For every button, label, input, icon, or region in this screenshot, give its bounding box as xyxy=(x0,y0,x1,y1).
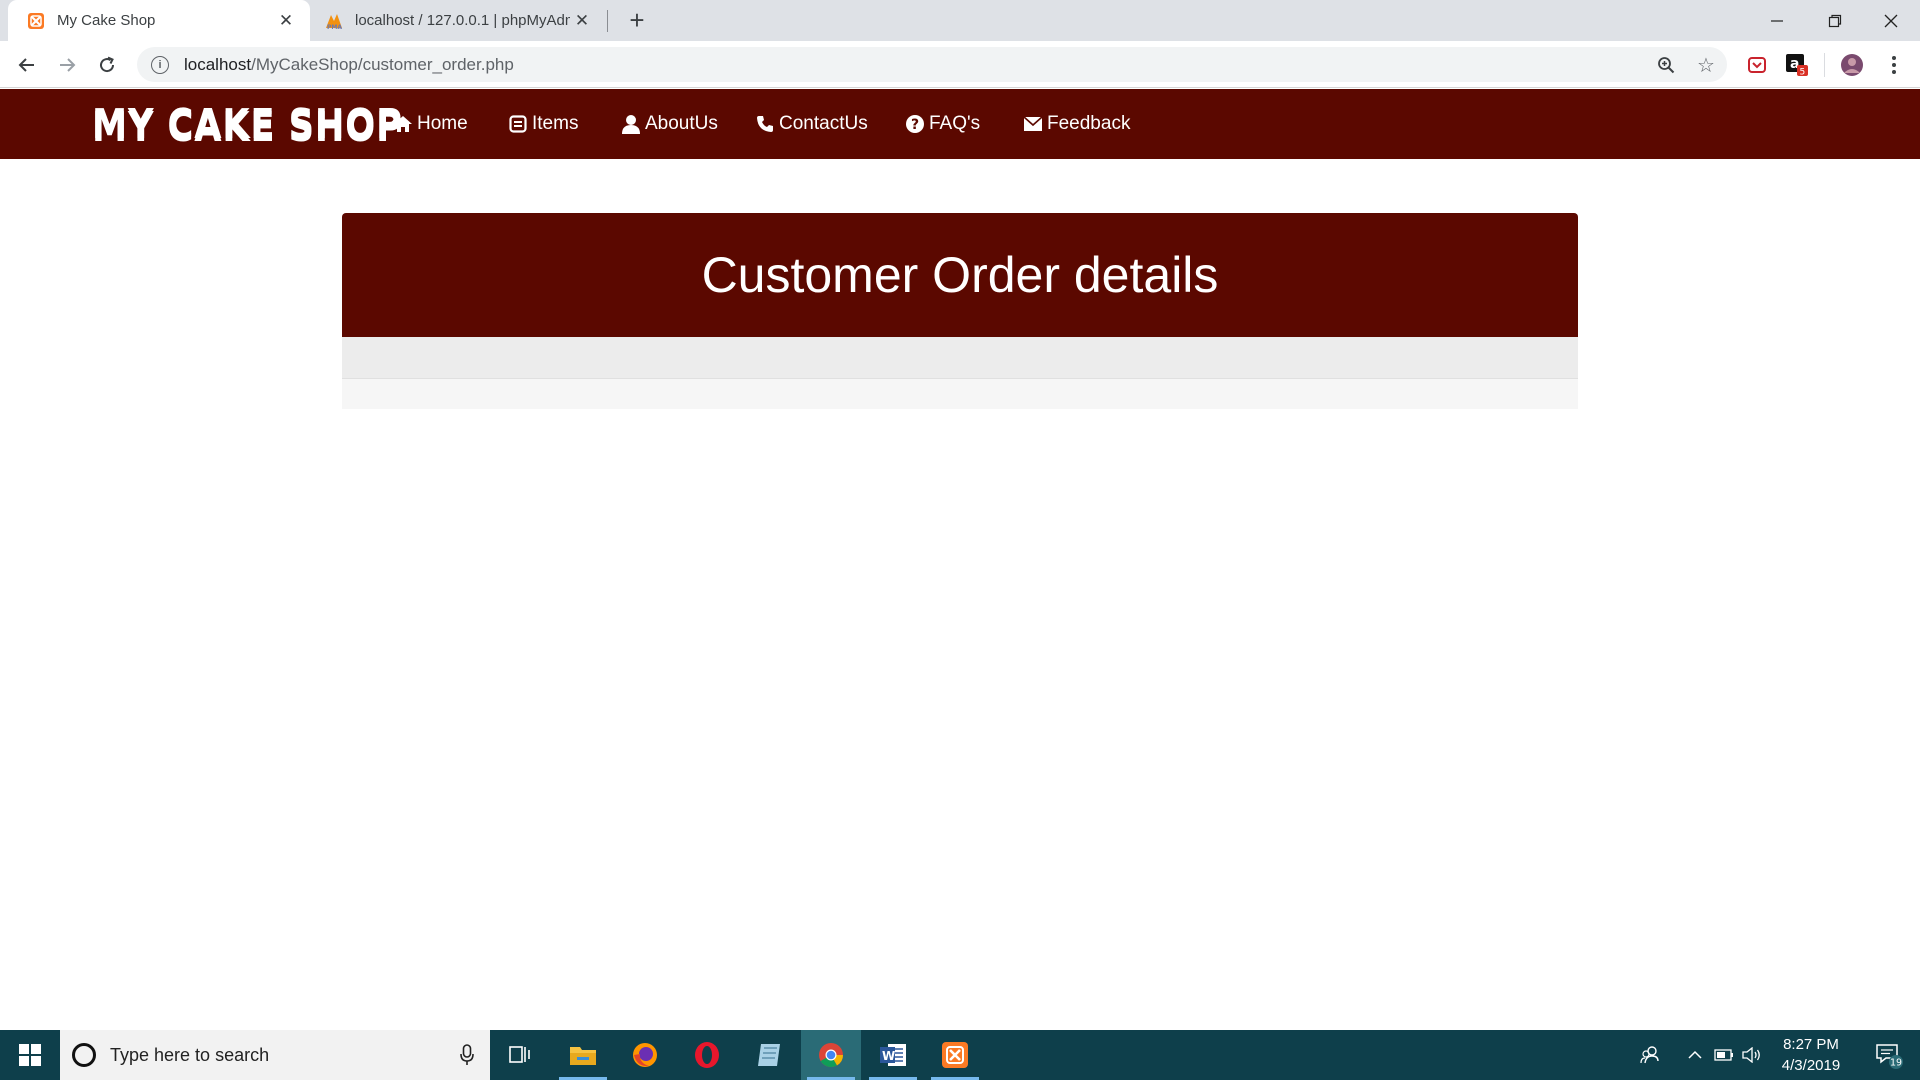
bookmark-star-icon[interactable]: ☆ xyxy=(1695,54,1717,77)
site-navbar: MY CAKE SHOP Home Items AboutUs ContactU… xyxy=(0,89,1920,159)
opera-icon[interactable] xyxy=(677,1030,737,1080)
phone-icon xyxy=(754,113,776,135)
people-icon[interactable] xyxy=(1630,1030,1670,1080)
nav-items-label: Items xyxy=(532,113,579,134)
tab-title: localhost / 127.0.0.1 | phpMyAdmin xyxy=(355,12,570,29)
xampp-icon[interactable] xyxy=(925,1030,985,1080)
nav-home[interactable]: Home xyxy=(392,111,468,137)
address-bar[interactable]: i localhost/MyCakeShop/customer_order.ph… xyxy=(137,47,1727,82)
clock-time: 8:27 PM xyxy=(1783,1036,1839,1053)
customer-order-panel: Customer Order details xyxy=(342,213,1578,409)
browser-menu-icon[interactable] xyxy=(1882,53,1906,77)
order-table-body xyxy=(342,379,1578,409)
svg-text:W: W xyxy=(882,1049,895,1063)
task-view-icon[interactable] xyxy=(490,1030,550,1080)
toolbar-divider xyxy=(1824,53,1825,77)
microphone-icon[interactable] xyxy=(452,1044,482,1066)
browser-tab-strip: My Cake Shop ✕ PMA localhost / 127.0.0.1… xyxy=(0,0,1920,41)
question-circle-icon: ? xyxy=(904,113,926,135)
clock-date: 4/3/2019 xyxy=(1781,1057,1841,1074)
tab-separator xyxy=(607,10,608,32)
phpmyadmin-favicon-icon: PMA xyxy=(324,11,344,31)
restore-button[interactable] xyxy=(1806,0,1864,41)
file-explorer-icon[interactable] xyxy=(553,1030,613,1080)
action-center-icon[interactable]: 19 xyxy=(1864,1030,1914,1080)
back-button[interactable] xyxy=(12,50,42,80)
windows-taskbar: Type here to search W 8:27 PM 4/3/2019 1… xyxy=(0,1030,1920,1080)
taskbar-search[interactable]: Type here to search xyxy=(60,1030,490,1080)
battery-icon[interactable] xyxy=(1710,1030,1738,1080)
profile-avatar[interactable] xyxy=(1840,53,1864,77)
order-table-header-row xyxy=(342,337,1578,379)
browser-toolbar: i localhost/MyCakeShop/customer_order.ph… xyxy=(0,41,1920,88)
nav-contactus-label: ContactUs xyxy=(779,113,868,134)
forward-button[interactable] xyxy=(52,50,82,80)
pocket-extension-icon[interactable] xyxy=(1745,53,1769,77)
nav-items[interactable]: Items xyxy=(507,111,578,137)
tab-phpmyadmin[interactable]: PMA localhost / 127.0.0.1 | phpMyAdmin ✕ xyxy=(312,0,606,41)
zoom-icon[interactable] xyxy=(1655,54,1677,76)
close-window-button[interactable] xyxy=(1862,0,1920,41)
nav-faqs[interactable]: ? FAQ's xyxy=(904,111,980,137)
tab-my-cake-shop[interactable]: My Cake Shop ✕ xyxy=(8,0,310,41)
svg-text:PMA: PMA xyxy=(327,24,342,30)
minimize-button[interactable] xyxy=(1748,0,1806,41)
firefox-icon[interactable] xyxy=(615,1030,675,1080)
nav-feedback[interactable]: Feedback xyxy=(1022,111,1130,137)
nav-aboutus[interactable]: AboutUs xyxy=(620,111,718,137)
nav-aboutus-label: AboutUs xyxy=(645,113,718,134)
close-tab-icon[interactable]: ✕ xyxy=(274,9,298,33)
new-tab-button[interactable]: + xyxy=(624,5,650,35)
show-hidden-icons-chevron-up-icon[interactable] xyxy=(1680,1030,1710,1080)
amazon-extension-icon[interactable]: a5 xyxy=(1785,53,1809,77)
tab-title: My Cake Shop xyxy=(57,12,156,29)
system-clock[interactable]: 8:27 PM 4/3/2019 xyxy=(1766,1034,1856,1076)
extension-badge: 5 xyxy=(1800,68,1806,78)
svg-text:?: ? xyxy=(911,117,919,133)
nav-faqs-label: FAQ's xyxy=(929,113,981,134)
xampp-favicon-icon xyxy=(26,11,46,31)
url-host: localhost xyxy=(184,54,252,74)
nav-feedback-label: Feedback xyxy=(1047,113,1131,134)
panel-header: Customer Order details xyxy=(342,213,1578,337)
cortana-icon xyxy=(72,1043,96,1067)
site-info-icon[interactable]: i xyxy=(151,55,169,74)
reload-button[interactable] xyxy=(92,50,122,80)
list-icon xyxy=(507,113,529,135)
start-button[interactable] xyxy=(0,1030,60,1080)
volume-icon[interactable] xyxy=(1738,1030,1766,1080)
close-tab-icon[interactable]: ✕ xyxy=(570,9,594,33)
nav-home-label: Home xyxy=(417,113,468,134)
windows-logo-icon xyxy=(19,1044,41,1066)
url-path: /MyCakeShop/customer_order.php xyxy=(251,54,514,74)
home-icon xyxy=(392,113,414,135)
url-text: localhost/MyCakeShop/customer_order.php xyxy=(184,55,514,75)
word-icon[interactable]: W xyxy=(863,1030,923,1080)
notes-app-icon[interactable] xyxy=(739,1030,799,1080)
nav-contactus[interactable]: ContactUs xyxy=(754,111,868,137)
envelope-icon xyxy=(1022,113,1044,135)
notification-count: 19 xyxy=(1890,1058,1902,1069)
search-placeholder: Type here to search xyxy=(110,1044,270,1065)
brand-logo[interactable]: MY CAKE SHOP xyxy=(92,97,403,151)
user-icon xyxy=(620,113,642,135)
page-title: Customer Order details xyxy=(701,247,1219,303)
chrome-taskbar-icon[interactable] xyxy=(801,1030,861,1080)
